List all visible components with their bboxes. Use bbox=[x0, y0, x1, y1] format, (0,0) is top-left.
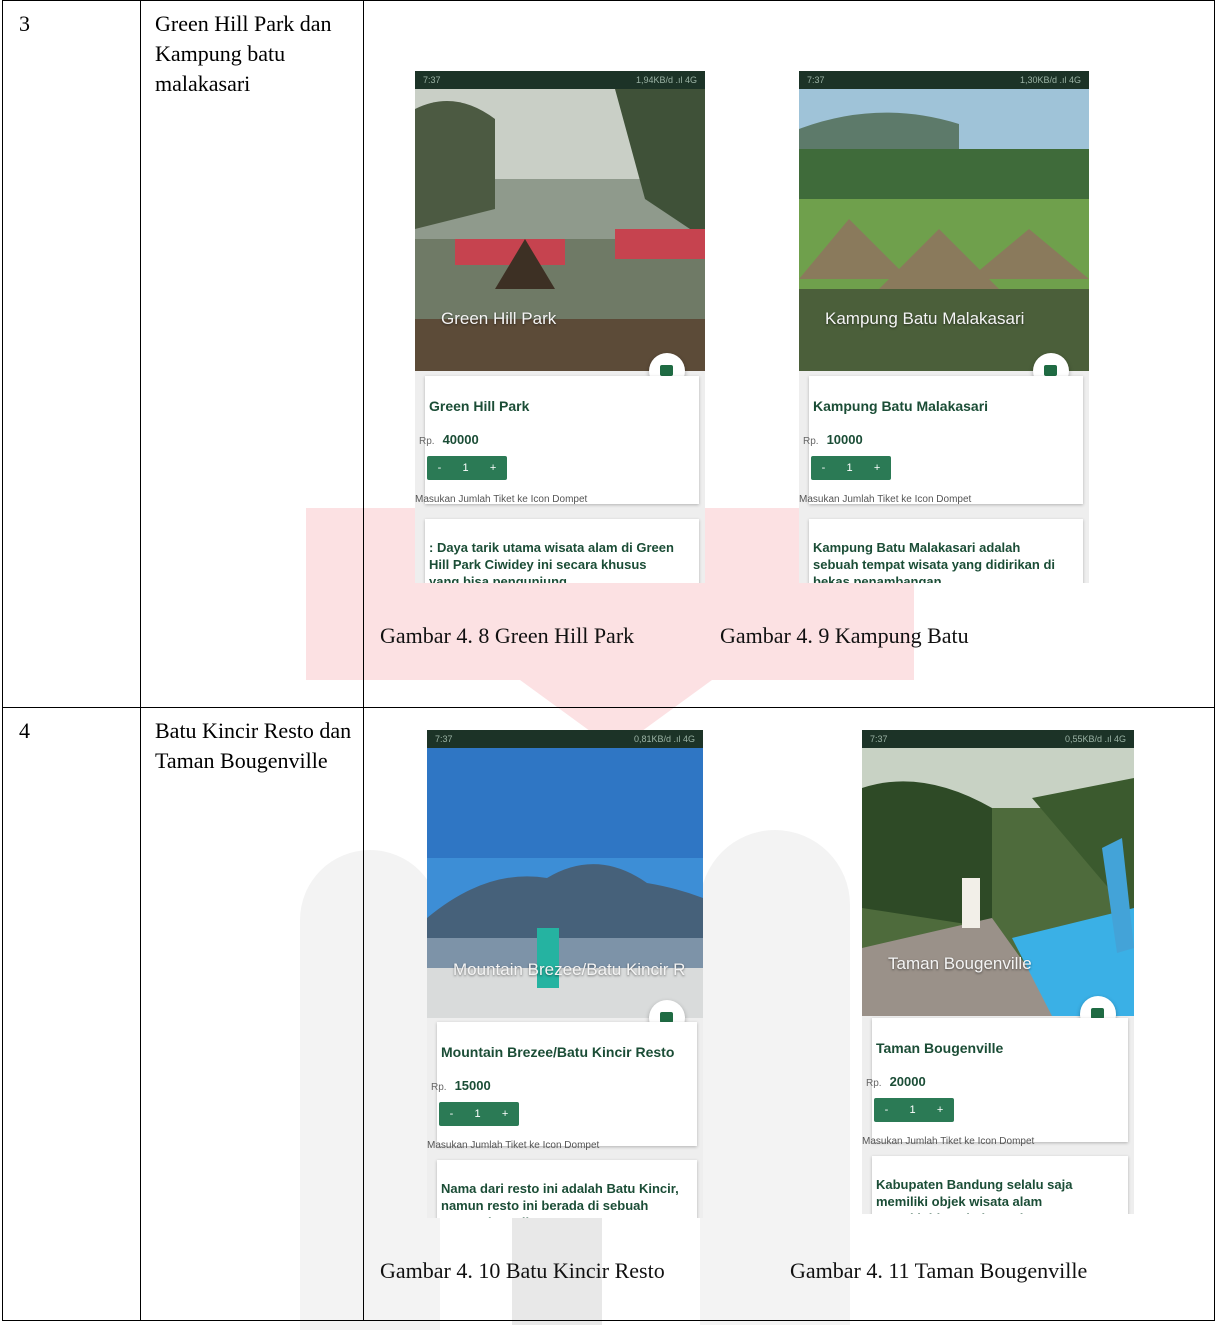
figure-caption: Gambar 4. 11 Taman Bougenville bbox=[790, 1258, 1088, 1283]
place-photo bbox=[862, 748, 1134, 1016]
app-screenshot: 7:37 0,55KB/d .ıl 4G Taman Bougenville T… bbox=[862, 730, 1134, 1214]
figure-caption: Gambar 4. 10 Batu Kincir Resto bbox=[380, 1258, 665, 1283]
hint-text: Masukan Jumlah Tiket ke Icon Dompet bbox=[799, 494, 972, 505]
app-screenshot: 7:37 0,81KB/d .ıl 4G Mountain Brezee/Batu… bbox=[427, 730, 703, 1218]
status-bar: 7:37 1,30KB/d .ıl 4G bbox=[799, 71, 1089, 89]
hint-text: Masukan Jumlah Tiket ke Icon Dompet bbox=[415, 494, 588, 505]
increment-button[interactable]: + bbox=[490, 462, 496, 474]
description-text: Kabupaten Bandung selalu saja memiliki o… bbox=[876, 1177, 1073, 1214]
ticket-card: Green Hill Park Rp. 40000 - 1 + Masukan J… bbox=[415, 376, 699, 505]
ticket-card: Mountain Brezee/Batu Kincir Resto Rp. 150… bbox=[427, 1022, 697, 1151]
increment-button[interactable]: + bbox=[874, 462, 880, 474]
app-screenshot: 7:37 1,30KB/d .ıl 4G Kampung Batu Malakas… bbox=[799, 71, 1089, 583]
place-title: Taman Bougenville bbox=[876, 1040, 1004, 1056]
status-bar: 7:37 0,55KB/d .ıl 4G bbox=[862, 730, 1134, 748]
place-name: Green Hill Park dan Kampung batu malakas… bbox=[140, 0, 364, 708]
quantity-stepper[interactable]: - 1 + bbox=[439, 1102, 519, 1126]
table-row: 4 Batu Kincir Resto dan Taman Bougenvill… bbox=[2, 707, 1215, 1321]
row-number: 4 bbox=[2, 707, 141, 1321]
row-number: 3 bbox=[2, 0, 141, 708]
quantity-value: 1 bbox=[909, 1104, 916, 1116]
quantity-value: 1 bbox=[462, 462, 469, 474]
place-name: Batu Kincir Resto dan Taman Bougenville bbox=[140, 707, 364, 1321]
quantity-stepper[interactable]: - 1 + bbox=[874, 1098, 954, 1122]
place-title: Mountain Brezee/Batu Kincir Resto bbox=[441, 1044, 675, 1060]
quantity-value: 1 bbox=[846, 462, 853, 474]
description-text: Nama dari resto ini adalah Batu Kincir, … bbox=[441, 1181, 679, 1218]
quantity-stepper[interactable]: - 1 + bbox=[427, 456, 507, 480]
description-text: Kampung Batu Malakasari adalah sebuah te… bbox=[813, 540, 1056, 583]
price: Rp. 15000 bbox=[431, 1078, 491, 1093]
description-card: : Daya tarik utama wisata alam di Green … bbox=[425, 519, 699, 583]
status-bar: 7:37 0,81KB/d .ıl 4G bbox=[427, 730, 703, 748]
figure-cell: 7:37 0,81KB/d .ıl 4G Mountain Brezee/Batu… bbox=[363, 707, 1215, 1321]
ticket-card: Taman Bougenville Rp. 20000 - 1 + Masukan… bbox=[862, 1018, 1128, 1147]
figure-caption: Gambar 4. 9 Kampung Batu bbox=[720, 623, 969, 648]
description-text: : Daya tarik utama wisata alam di Green … bbox=[429, 540, 674, 583]
description-card: Kampung Batu Malakasari adalah sebuah te… bbox=[809, 519, 1083, 583]
description-card: Kabupaten Bandung selalu saja memiliki o… bbox=[872, 1156, 1128, 1214]
decrement-button[interactable]: - bbox=[438, 462, 442, 474]
document-table: 3 Green Hill Park dan Kampung batu malak… bbox=[2, 0, 1215, 1321]
photo-overlay-title: Green Hill Park bbox=[441, 309, 557, 328]
figure-cell: 7:37 1,94KB/d .ıl 4G Green Hill Park Gre… bbox=[363, 0, 1215, 708]
price: Rp. 20000 bbox=[866, 1074, 926, 1089]
description-card: Nama dari resto ini adalah Batu Kincir, … bbox=[437, 1160, 697, 1218]
increment-button[interactable]: + bbox=[937, 1104, 943, 1116]
status-bar: 7:37 1,94KB/d .ıl 4G bbox=[415, 71, 705, 89]
table-row: 3 Green Hill Park dan Kampung batu malak… bbox=[2, 0, 1215, 708]
price: Rp. 40000 bbox=[419, 432, 479, 447]
quantity-value: 1 bbox=[474, 1108, 481, 1120]
decrement-button[interactable]: - bbox=[885, 1104, 889, 1116]
app-screenshot: 7:37 1,94KB/d .ıl 4G Green Hill Park Gre… bbox=[415, 71, 705, 583]
hint-text: Masukan Jumlah Tiket ke Icon Dompet bbox=[427, 1140, 600, 1151]
decrement-button[interactable]: - bbox=[822, 462, 826, 474]
place-title: Green Hill Park bbox=[429, 398, 530, 414]
quantity-stepper[interactable]: - 1 + bbox=[811, 456, 891, 480]
ticket-card: Kampung Batu Malakasari Rp. 10000 - 1 + M… bbox=[799, 376, 1083, 505]
figure-caption: Gambar 4. 8 Green Hill Park bbox=[380, 623, 635, 648]
price: Rp. 10000 bbox=[803, 432, 863, 447]
decrement-button[interactable]: - bbox=[450, 1108, 454, 1120]
photo-overlay-title: Mountain Brezee/Batu Kincir R bbox=[453, 960, 686, 979]
place-title: Kampung Batu Malakasari bbox=[813, 398, 989, 414]
photo-overlay-title: Kampung Batu Malakasari bbox=[825, 309, 1025, 328]
hint-text: Masukan Jumlah Tiket ke Icon Dompet bbox=[862, 1136, 1035, 1147]
increment-button[interactable]: + bbox=[502, 1108, 508, 1120]
photo-overlay-title: Taman Bougenville bbox=[888, 954, 1032, 973]
